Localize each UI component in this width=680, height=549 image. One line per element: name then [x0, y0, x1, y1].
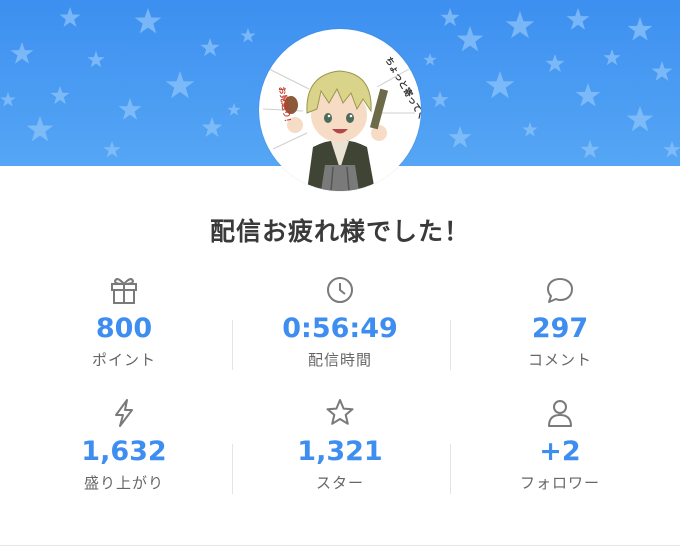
stat-duration: 0:56:49 配信時間 — [230, 273, 450, 370]
divider — [232, 444, 233, 494]
bottom-border — [0, 545, 680, 546]
stat-value: 1,632 — [81, 436, 167, 467]
stat-value: 0:56:49 — [282, 313, 398, 344]
person-icon — [548, 400, 572, 427]
stat-label: フォロワー — [519, 474, 600, 492]
stat-stars: 1,321 スター — [230, 396, 450, 493]
avatar-caption-right: ちょっと寄ってく？ — [382, 55, 421, 131]
stat-label: スター — [315, 474, 364, 492]
stat-label: ポイント — [91, 351, 156, 369]
stat-label: コメント — [527, 351, 592, 369]
avatar-illustration: ちょっと寄ってく？ お見送り！ — [262, 55, 421, 191]
stat-excitement: 1,632 盛り上がり — [14, 396, 234, 493]
star-icon — [326, 399, 354, 425]
stat-value: 1,321 — [297, 436, 383, 467]
lightning-icon — [115, 399, 133, 427]
stat-value: 800 — [95, 313, 153, 344]
divider — [232, 320, 233, 370]
stat-label: 盛り上がり — [83, 474, 164, 492]
divider — [450, 444, 451, 494]
clock-icon — [327, 277, 353, 303]
divider — [450, 320, 451, 370]
gift-icon — [111, 278, 137, 304]
stat-value: 297 — [531, 313, 589, 344]
stat-followers: +2 フォロワー — [450, 396, 670, 493]
stat-comments: 297 コメント — [450, 273, 670, 370]
stat-points: 800 ポイント — [14, 273, 234, 370]
stat-value: +2 — [539, 436, 581, 467]
stat-label: 配信時間 — [307, 351, 372, 369]
avatar: ちょっと寄ってく？ お見送り！ — [259, 29, 421, 191]
comment-icon — [547, 278, 573, 303]
page-title: 配信お疲れ様でした！ — [209, 217, 470, 246]
